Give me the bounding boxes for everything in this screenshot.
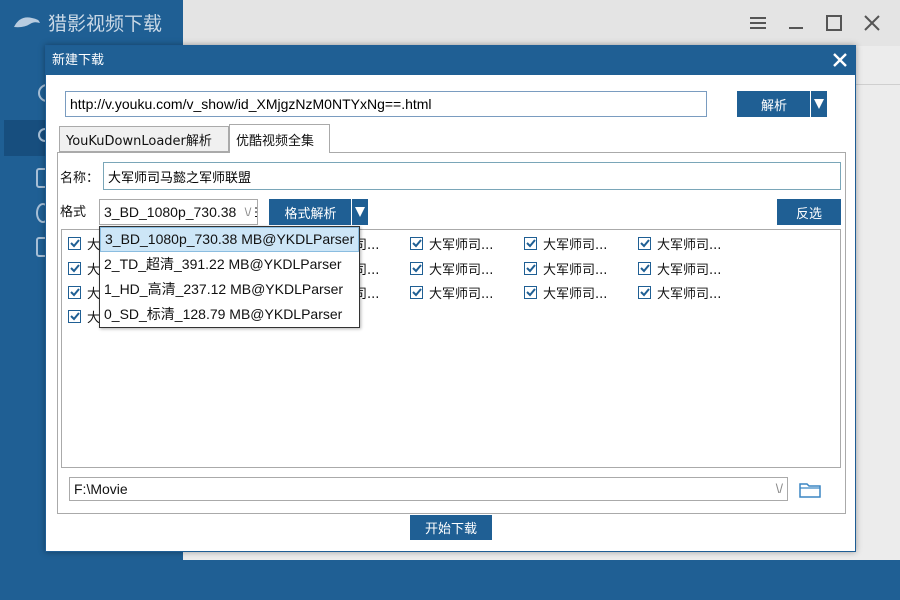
minimize-icon[interactable] — [783, 10, 809, 36]
episode-item[interactable]: 大 — [68, 233, 100, 253]
checkbox-checked-icon[interactable] — [524, 285, 537, 299]
save-path-value: F:\Movie — [74, 481, 128, 497]
episode-item[interactable]: 大军师司... — [410, 282, 493, 302]
menu-icon[interactable] — [745, 10, 771, 36]
tab-youku-full-series[interactable]: 优酷视频全集 — [229, 124, 330, 153]
episode-item[interactable]: 大军师司... — [524, 282, 607, 302]
dialog-close-icon[interactable] — [829, 49, 851, 71]
episode-item[interactable]: 大军师司... — [524, 258, 607, 278]
format-option[interactable]: 0_SD_标清_128.79 MB@YKDLParser — [100, 302, 359, 327]
new-download-dialog: 新建下载 解析 YouKuDownLoader解析 优酷视频全集 名称： 格式 … — [45, 45, 856, 552]
format-option[interactable]: 2_TD_超清_391.22 MB@YKDLParser — [100, 252, 359, 277]
format-parse-button[interactable]: 格式解析 — [269, 199, 352, 225]
parse-button[interactable]: 解析 — [737, 91, 811, 117]
episode-item[interactable]: 大 — [68, 282, 100, 302]
folder-icon[interactable] — [798, 479, 822, 499]
episode-item[interactable]: 大军师司... — [638, 233, 721, 253]
checkbox-checked-icon[interactable] — [524, 236, 537, 250]
dialog-title: 新建下载 — [52, 53, 105, 68]
checkbox-checked-icon[interactable] — [524, 261, 537, 275]
episode-item[interactable]: 大 — [68, 306, 100, 326]
checkbox-checked-icon[interactable] — [68, 309, 81, 323]
episode-item[interactable]: 大军师司... — [638, 258, 721, 278]
episode-item[interactable]: 大 — [68, 258, 100, 278]
name-label: 名称： — [60, 171, 100, 186]
invert-selection-button[interactable]: 反选 — [777, 199, 841, 225]
format-option[interactable]: 1_HD_高清_237.12 MB@YKDLParser — [100, 277, 359, 302]
save-path-select[interactable]: F:\Movie \/ — [69, 477, 788, 501]
checkbox-checked-icon[interactable] — [68, 236, 81, 250]
checkbox-checked-icon[interactable] — [638, 285, 651, 299]
format-option[interactable]: 3_BD_1080p_730.38 MB@YKDLParser — [100, 227, 359, 252]
checkbox-checked-icon[interactable] — [68, 261, 81, 275]
app-bottom-strip — [183, 560, 900, 600]
episode-item[interactable]: 大军师司... — [410, 258, 493, 278]
name-input[interactable] — [103, 162, 841, 190]
tiger-logo-icon — [14, 17, 40, 28]
app-title: 猎影视频下载 — [48, 12, 163, 35]
maximize-icon[interactable] — [821, 10, 847, 36]
app-close-icon[interactable] — [859, 10, 885, 36]
dialog-titlebar: 新建下载 — [46, 46, 855, 75]
checkbox-checked-icon[interactable] — [638, 261, 651, 275]
start-download-button[interactable]: 开始下载 — [410, 515, 492, 540]
checkbox-checked-icon[interactable] — [410, 236, 423, 250]
episode-item[interactable]: 大军师司... — [410, 233, 493, 253]
checkbox-checked-icon[interactable] — [68, 285, 81, 299]
episode-item[interactable]: 大军师司... — [638, 282, 721, 302]
format-parse-dropdown-icon[interactable] — [351, 199, 368, 225]
format-select[interactable]: 3_BD_1080p_730.38 MB@YKDLParser \/ — [99, 199, 258, 225]
episode-item[interactable]: 大军师司... — [524, 233, 607, 253]
chevron-down-icon: \/ — [775, 481, 783, 496]
checkbox-checked-icon[interactable] — [410, 285, 423, 299]
url-input[interactable] — [65, 91, 707, 117]
parse-dropdown-icon[interactable] — [810, 91, 827, 117]
checkbox-checked-icon[interactable] — [638, 236, 651, 250]
app-logo: 猎影视频下载 — [12, 8, 162, 36]
format-select-value: 3_BD_1080p_730.38 MB@YKDLParser — [104, 204, 257, 220]
format-label: 格式 — [60, 205, 87, 220]
chevron-down-icon: \/ — [241, 200, 255, 224]
format-dropdown-list: 3_BD_1080p_730.38 MB@YKDLParser 2_TD_超清_… — [99, 226, 360, 328]
checkbox-checked-icon[interactable] — [410, 261, 423, 275]
tab-youkudownloader[interactable]: YouKuDownLoader解析 — [59, 126, 229, 152]
